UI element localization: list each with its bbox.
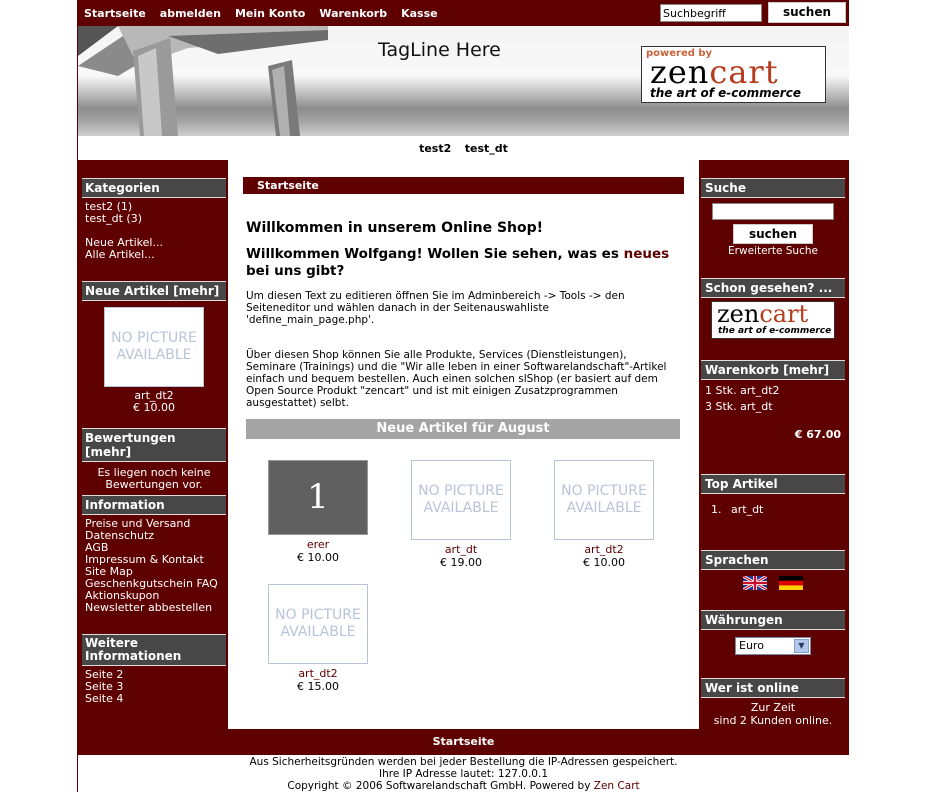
all-products-link[interactable]: Alle Artikel... (85, 249, 223, 261)
footer-ip-notice: Aus Sicherheitsgründen werden bei jeder … (249, 756, 678, 768)
information-list: Preise und Versand Datenschutz AGB Impre… (82, 515, 226, 617)
new-products-inline-link[interactable]: neues (624, 246, 670, 262)
page-frame: Startseite abmelden Mein Konto Warenkorb… (77, 0, 849, 792)
cart-item[interactable]: 3 Stk. art_dt (705, 399, 841, 415)
product-image-placeholder[interactable]: NO PICTURE AVAILABLE (104, 307, 204, 387)
tagline: TagLine Here (378, 39, 501, 61)
product-card[interactable]: NO PICTURE AVAILABLE art_dt € 19.00 (411, 460, 511, 569)
advanced-search-link[interactable]: Erweiterte Suche (705, 244, 841, 258)
wer-ist-online-box: Wer ist online Zur Zeit sind 2 Kunden on… (701, 678, 845, 730)
right-sidebar: Suche suchen Erweiterte Suche Schon gese… (699, 160, 849, 729)
currency-select[interactable]: Euro ▼ (735, 637, 811, 655)
footer-link-startseite[interactable]: Startseite (433, 735, 495, 748)
product-card[interactable]: 1 erer € 10.00 (268, 460, 368, 564)
waehrungen-box: Währungen Euro ▼ (701, 610, 845, 655)
main-content: Startseite Willkommen in unserem Online … (228, 160, 699, 729)
schon-gesehen-box: Schon gesehen? ... zencart the art of e-… (701, 278, 845, 339)
product-card[interactable]: NO PICTURE AVAILABLE art_dt2 € 15.00 (268, 584, 368, 693)
logo-slogan: the art of e-commerce (650, 86, 801, 100)
product-image[interactable]: 1 (268, 460, 368, 535)
zen-cart-banner[interactable]: zencart the art of e-commerce (711, 300, 835, 339)
bewertungen-box: Bewertungen [mehr] Es liegen noch keine … (82, 428, 226, 496)
information-title: Information (82, 495, 226, 515)
header-search-button[interactable]: suchen (768, 2, 846, 23)
nav-link-startseite[interactable]: Startseite (84, 7, 146, 20)
nav-link-warenkorb[interactable]: Warenkorb (319, 7, 387, 20)
category-bar: test2 test_dt (78, 136, 849, 160)
uk-flag-icon[interactable] (743, 576, 768, 590)
suche-title: Suche (701, 178, 845, 198)
footer-copyright: Copyright © 2006 Softwarelandschaft GmbH… (287, 780, 640, 792)
suche-box: Suche suchen Erweiterte Suche (701, 178, 845, 261)
chevron-down-icon[interactable]: ▼ (794, 639, 809, 653)
footer-nav: Startseite (78, 729, 849, 755)
new-products-heading: Neue Artikel für August (246, 419, 680, 439)
information-box: Information Preise und Versand Datenschu… (82, 495, 226, 617)
top-item-link[interactable]: art_dt (731, 503, 763, 516)
product-image-placeholder[interactable]: NO PICTURE AVAILABLE (554, 460, 654, 540)
online-line-1: Zur Zeit (750, 701, 796, 714)
bewertungen-text: Es liegen noch keine Bewertungen vor. (97, 466, 211, 491)
sprachen-box: Sprachen (701, 550, 845, 594)
cart-total: € 67.00 (794, 428, 841, 441)
sidebar-search-input[interactable] (712, 203, 834, 220)
german-flag-icon[interactable] (778, 576, 803, 590)
product-price: € 19.00 (440, 556, 482, 569)
header-search-input[interactable]: Suchbegriff (660, 4, 762, 22)
product-name[interactable]: art_dt2 (554, 543, 654, 556)
product-price: € 10.00 (583, 556, 625, 569)
footer: Aus Sicherheitsgründen werden bei jeder … (78, 755, 849, 792)
welcome-heading: Willkommen in unserem Online Shop! (246, 220, 544, 236)
top-artikel-title: Top Artikel (701, 474, 845, 494)
product-price: € 15.00 (297, 680, 339, 693)
footer-ip-address: Ihre IP Adresse lautet: 127.0.0.1 (378, 768, 549, 780)
nav-link-abmelden[interactable]: abmelden (160, 7, 221, 20)
greeting-heading: Willkommen Wolfgang! Wollen Sie sehen, w… (246, 246, 670, 279)
product-price: € 10.00 (133, 401, 175, 414)
waehrungen-title: Währungen (701, 610, 845, 630)
product-name[interactable]: art_dt2 (268, 667, 368, 680)
weitere-list: Seite 2 Seite 3 Seite 4 (82, 666, 226, 708)
left-sidebar: Kategorien test2 (1) test_dt (3) Neue Ar… (78, 160, 228, 729)
category-tab-test2[interactable]: test2 (419, 142, 451, 155)
product-name[interactable]: erer (268, 538, 368, 551)
kategorien-box: Kategorien test2 (1) test_dt (3) Neue Ar… (82, 178, 226, 264)
warenkorb-title[interactable]: Warenkorb [mehr] (701, 360, 845, 380)
online-title: Wer ist online (701, 678, 845, 698)
zen-cart-logo[interactable]: powered by zencart the art of e-commerce (641, 46, 826, 103)
page-link-4[interactable]: Seite 4 (85, 693, 223, 705)
breadcrumb[interactable]: Startseite (243, 177, 684, 194)
sprachen-title: Sprachen (701, 550, 845, 570)
schon-gesehen-title: Schon gesehen? ... (701, 278, 845, 298)
info-link-newsletter[interactable]: Newsletter abbestellen (85, 602, 223, 614)
kategorien-title: Kategorien (82, 178, 226, 198)
shop-description: Über diesen Shop können Sie alle Produkt… (246, 349, 667, 409)
warenkorb-box: Warenkorb [mehr] 1 Stk. art_dt2 3 Stk. a… (701, 360, 845, 446)
neue-artikel-box: Neue Artikel [mehr] NO PICTURE AVAILABLE… (82, 281, 226, 417)
nav-link-mein-konto[interactable]: Mein Konto (235, 7, 305, 20)
top-navigation: Startseite abmelden Mein Konto Warenkorb… (78, 0, 849, 26)
product-image-placeholder[interactable]: NO PICTURE AVAILABLE (268, 584, 368, 664)
product-name[interactable]: art_dt (411, 543, 511, 556)
top-artikel-box: Top Artikel 1. art_dt (701, 474, 845, 526)
bewertungen-title[interactable]: Bewertungen [mehr] (82, 428, 226, 462)
zen-cart-link[interactable]: Zen Cart (594, 780, 640, 792)
nav-link-kasse[interactable]: Kasse (401, 7, 438, 20)
cart-item[interactable]: 1 Stk. art_dt2 (705, 383, 841, 399)
header-banner: TagLine Here powered by zencart the art … (78, 26, 849, 136)
product-price: € 10.00 (297, 551, 339, 564)
online-line-2: sind 2 Kunden online. (713, 714, 833, 727)
sidebar-search-button[interactable]: suchen (733, 224, 813, 244)
category-tab-test-dt[interactable]: test_dt (465, 142, 508, 155)
weitere-box: Weitere Informationen Seite 2 Seite 3 Se… (82, 634, 226, 708)
top-item-number: 1. (711, 503, 722, 516)
torii-gate-image (78, 26, 328, 136)
product-card[interactable]: NO PICTURE AVAILABLE art_dt2 € 10.00 (554, 460, 654, 569)
neue-artikel-title[interactable]: Neue Artikel [mehr] (82, 281, 226, 301)
category-link-test-dt[interactable]: test_dt (3) (85, 213, 223, 225)
intro-paragraph: Um diesen Text zu editieren öffnen Sie i… (246, 290, 625, 326)
weitere-title: Weitere Informationen (82, 634, 226, 666)
product-image-placeholder[interactable]: NO PICTURE AVAILABLE (411, 460, 511, 540)
